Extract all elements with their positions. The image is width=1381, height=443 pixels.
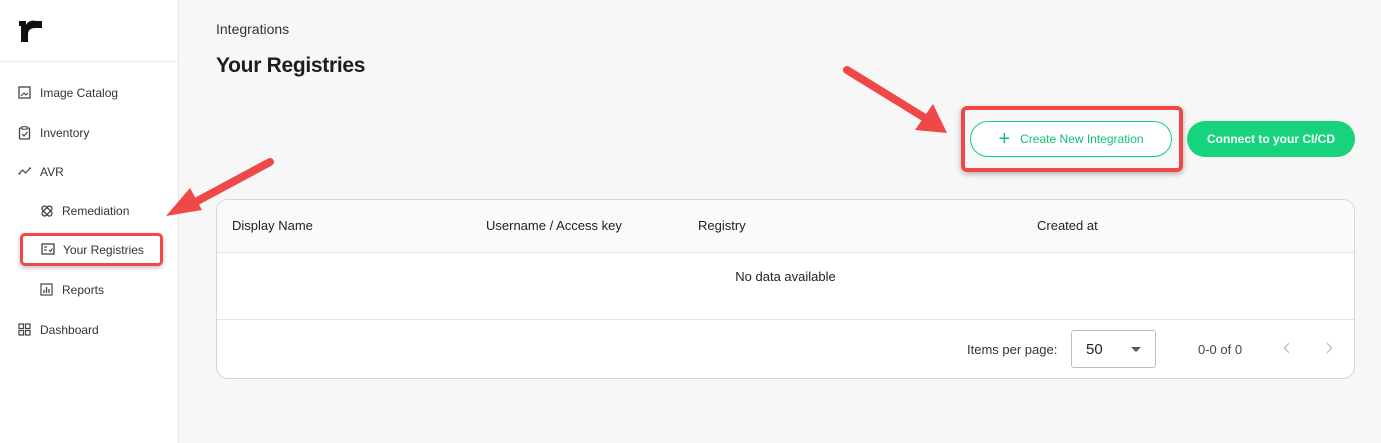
column-header[interactable]: Registry <box>698 218 746 233</box>
table-header: Display Name Username / Access key Regis… <box>217 200 1354 253</box>
sidebar-item-label: Your Registries <box>63 242 144 257</box>
sidebar-item-remediation[interactable]: Remediation <box>40 200 129 222</box>
registries-table: Display Name Username / Access key Regis… <box>216 199 1355 379</box>
plus-icon: + <box>998 128 1011 150</box>
caret-down-icon <box>1131 347 1141 352</box>
bar-chart-icon <box>40 283 54 297</box>
sidebar-item-reports[interactable]: Reports <box>40 279 104 301</box>
chevron-left-icon <box>1283 342 1290 354</box>
next-page-button[interactable] <box>1318 337 1340 359</box>
clipboard-check-icon <box>18 126 32 140</box>
previous-page-button[interactable] <box>1276 337 1298 359</box>
breadcrumb[interactable]: Integrations <box>216 21 289 37</box>
sidebar-item-label: Dashboard <box>40 323 99 337</box>
annotation-arrow-right <box>843 66 947 133</box>
items-per-page-label: Items per page: <box>967 342 1058 357</box>
column-header[interactable]: Created at <box>1037 218 1098 233</box>
create-new-integration-button[interactable]: + Create New Integration <box>970 121 1172 157</box>
connect-ci-cd-button[interactable]: Connect to your CI/CD <box>1187 121 1355 157</box>
sidebar-item-label: Remediation <box>62 204 130 218</box>
registry-icon <box>41 242 55 257</box>
sidebar: Image Catalog Inventory AVR Remediation … <box>0 0 179 443</box>
sidebar-item-avr[interactable]: AVR <box>18 161 64 183</box>
sidebar-divider <box>0 61 178 62</box>
sidebar-item-dashboard[interactable]: Dashboard <box>18 319 99 341</box>
sidebar-item-your-registries[interactable]: Your Registries <box>20 233 163 266</box>
empty-state-text: No data available <box>735 269 836 284</box>
chevron-right-icon <box>1326 342 1333 354</box>
page-title: Your Registries <box>216 54 366 77</box>
sidebar-item-inventory[interactable]: Inventory <box>18 122 89 144</box>
items-per-page-value: 50 <box>1086 341 1103 358</box>
trend-icon <box>18 165 32 179</box>
table-paginator: Items per page: 50 0-0 of 0 <box>217 319 1354 378</box>
sidebar-item-label: Image Catalog <box>40 86 119 100</box>
column-header[interactable]: Display Name <box>232 218 313 233</box>
create-button-label: Create New Integration <box>1020 132 1144 146</box>
sidebar-item-label: Reports <box>62 283 105 297</box>
bandage-icon <box>40 204 54 218</box>
image-icon <box>18 86 32 100</box>
brand-logo <box>19 20 42 42</box>
sidebar-item-label: AVR <box>40 165 64 179</box>
sidebar-item-label: Inventory <box>40 126 90 140</box>
grid-icon <box>18 323 32 337</box>
pagination-range: 0-0 of 0 <box>1198 342 1243 357</box>
sidebar-item-image-catalog[interactable]: Image Catalog <box>18 82 118 104</box>
column-header[interactable]: Username / Access key <box>486 218 622 233</box>
items-per-page-select[interactable]: 50 <box>1071 330 1156 368</box>
